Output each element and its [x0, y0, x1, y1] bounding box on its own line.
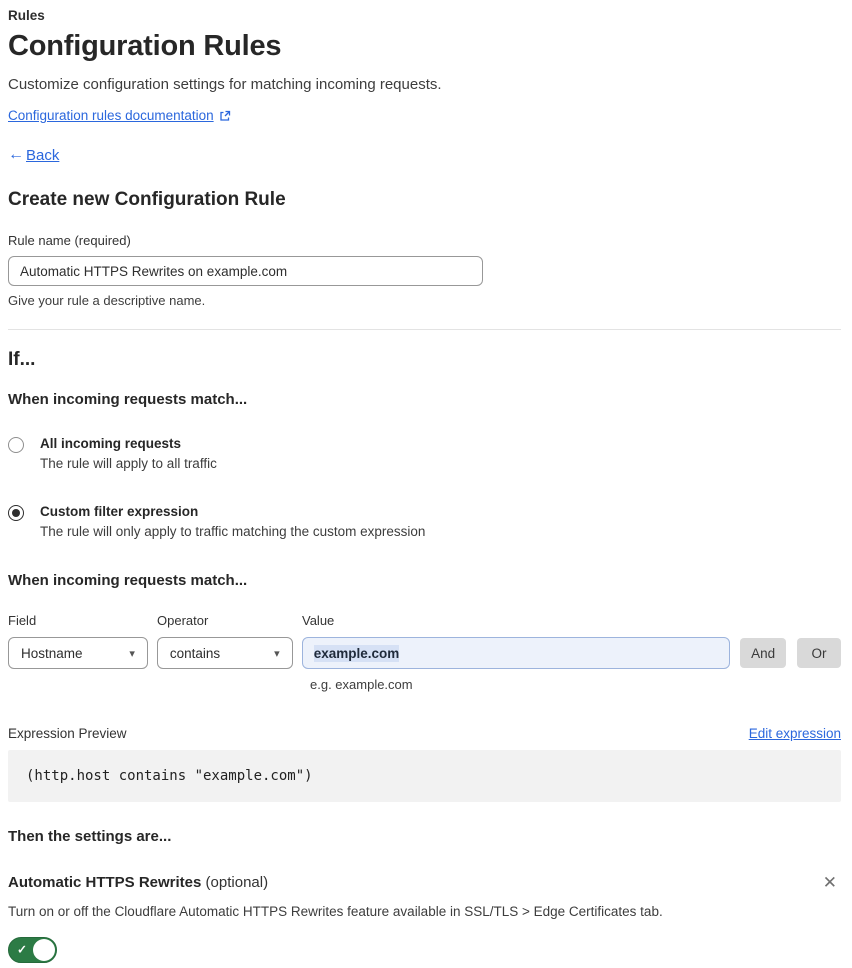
setting-card-header: Automatic HTTPS Rewrites (optional) ✕	[8, 872, 841, 893]
toggle-knob	[33, 939, 55, 961]
back-arrow-icon: ←	[8, 146, 24, 163]
radio-option-label: All incoming requests	[40, 436, 182, 451]
radio-option-custom-filter-expression[interactable]: Custom filter expression The rule will o…	[8, 504, 841, 539]
create-rule-heading: Create new Configuration Rule	[8, 189, 286, 210]
field-label: Field	[8, 613, 37, 628]
external-link-icon	[219, 110, 231, 122]
value-input[interactable]: example.com	[301, 637, 731, 669]
setting-name: Automatic HTTPS Rewrites	[8, 874, 202, 891]
or-button[interactable]: Or	[797, 638, 842, 668]
setting-optional-label: (optional)	[205, 874, 269, 891]
radio-option-description: The rule will apply to all traffic	[40, 456, 217, 471]
setting-title: Automatic HTTPS Rewrites (optional)	[8, 874, 268, 891]
field-select-value: Hostname	[21, 645, 83, 661]
expression-builder-heading: When incoming requests match...	[8, 572, 248, 589]
check-icon: ✓	[17, 942, 28, 957]
close-icon[interactable]: ✕	[819, 872, 841, 893]
chevron-down-icon: ▾	[129, 647, 135, 660]
operator-label: Operator	[157, 613, 209, 628]
and-button[interactable]: And	[740, 638, 787, 668]
radio-option-all-incoming-requests[interactable]: All incoming requests The rule will appl…	[8, 436, 841, 471]
radio-option-text: All incoming requests The rule will appl…	[40, 436, 217, 471]
radio-option-text: Custom filter expression The rule will o…	[40, 504, 425, 539]
rule-name-help: Give your rule a descriptive name.	[8, 293, 206, 308]
breadcrumb: Rules	[8, 8, 45, 23]
back-link[interactable]: Back	[26, 147, 59, 164]
rule-name-label: Rule name (required)	[8, 233, 131, 248]
back-link-row: ← Back	[8, 146, 841, 164]
value-input-text: example.com	[313, 644, 400, 662]
expression-builder-labels: Field Operator Value	[8, 613, 841, 628]
section-divider	[8, 329, 841, 330]
operator-select-value: contains	[169, 645, 221, 661]
radio-unselected-icon[interactable]	[8, 437, 24, 453]
expression-preview-header: Expression Preview Edit expression	[8, 726, 841, 741]
match-heading: When incoming requests match...	[8, 391, 248, 408]
expression-builder-row: Hostname ▾ contains ▾ example.com And Or	[8, 637, 842, 669]
documentation-link-row: Configuration rules documentation	[8, 108, 841, 123]
chevron-down-icon: ▾	[274, 647, 280, 660]
setting-description: Turn on or off the Cloudflare Automatic …	[8, 904, 663, 919]
value-help-text: e.g. example.com	[310, 677, 413, 692]
page-subtitle: Customize configuration settings for mat…	[8, 76, 442, 93]
rule-name-input[interactable]	[8, 256, 483, 286]
then-settings-heading: Then the settings are...	[8, 828, 172, 845]
field-select[interactable]: Hostname ▾	[8, 637, 148, 669]
automatic-https-rewrites-toggle[interactable]: ✓	[8, 937, 57, 963]
expression-preview-code: (http.host contains "example.com")	[8, 750, 841, 802]
page-title: Configuration Rules	[8, 30, 282, 62]
radio-option-label: Custom filter expression	[40, 504, 199, 519]
expression-preview-label: Expression Preview	[8, 726, 127, 741]
radio-option-description: The rule will only apply to traffic matc…	[40, 524, 426, 539]
expression-code-text: (http.host contains "example.com")	[26, 768, 313, 784]
value-label: Value	[302, 613, 335, 628]
radio-selected-icon[interactable]	[8, 505, 24, 521]
if-heading: If...	[8, 349, 36, 370]
documentation-link[interactable]: Configuration rules documentation	[8, 108, 214, 123]
operator-select[interactable]: contains ▾	[156, 637, 293, 669]
configuration-rules-page: Rules Configuration Rules Customize conf…	[8, 8, 842, 968]
edit-expression-link[interactable]: Edit expression	[749, 726, 841, 741]
